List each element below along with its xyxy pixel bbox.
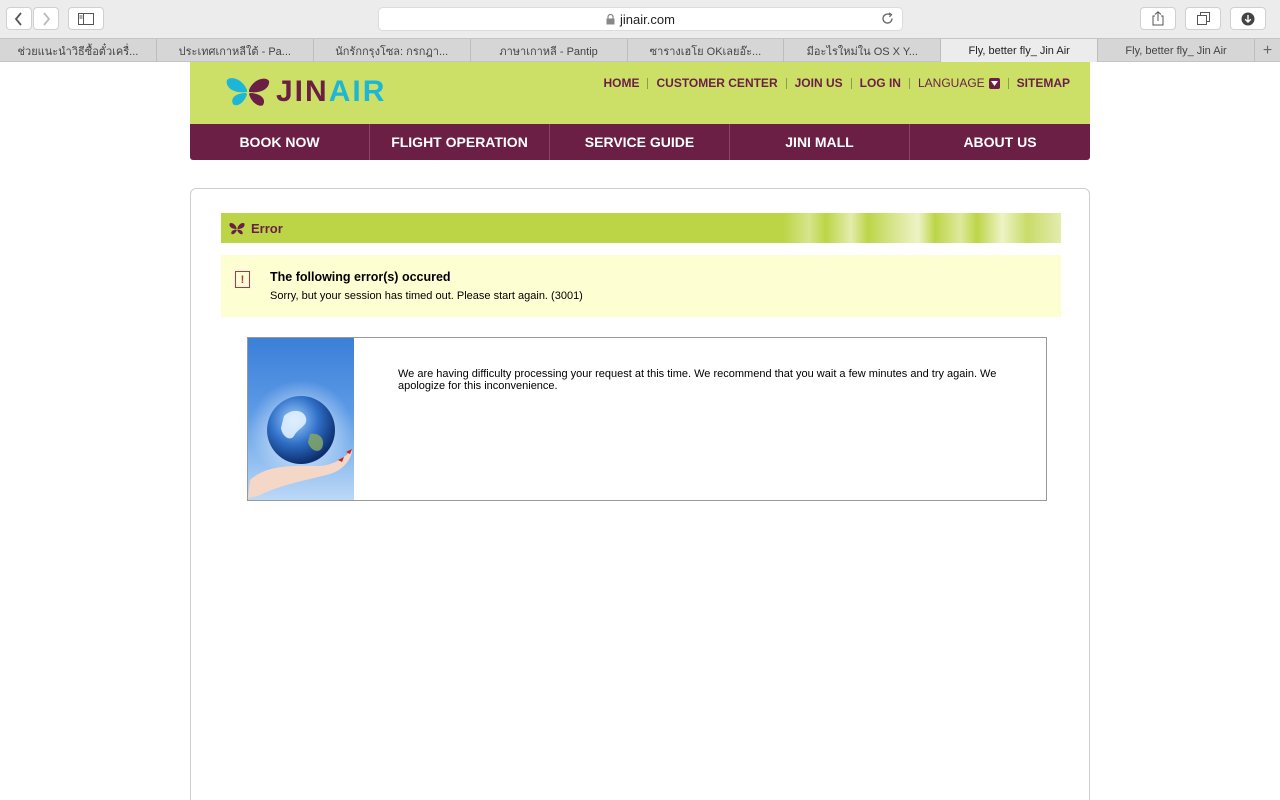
browser-tab[interactable]: ซารางเฮโย OKเลยอ๊ะ... — [628, 39, 785, 62]
logo-text: JINAIR — [276, 77, 386, 107]
butterfly-icon — [229, 222, 245, 234]
tab-label: Fly, better fly_ Jin Air — [968, 44, 1070, 57]
tab-label: ภาษาเกาหลี - Pantip — [499, 45, 598, 58]
sidebar-icon — [78, 12, 94, 25]
nav-divider — [1007, 77, 1009, 89]
jinair-logo[interactable]: JINAIR — [226, 76, 386, 108]
tab-label: มีอะไรใหม่ใน OS X Y... — [806, 45, 918, 58]
error-title-bar: Error — [221, 213, 1061, 243]
lock-icon — [606, 13, 615, 25]
nav-divider — [908, 77, 910, 89]
nav-service-guide[interactable]: SERVICE GUIDE — [550, 124, 730, 160]
nav-sitemap-link[interactable]: SITEMAP — [1017, 76, 1070, 90]
browser-tab[interactable]: มีอะไรใหม่ใน OS X Y... — [784, 39, 942, 62]
browser-tab[interactable]: Fly, better fly_ Jin Air — [1098, 39, 1255, 62]
logo-text-air: AIR — [328, 75, 387, 108]
nav-about-us[interactable]: ABOUT US — [910, 124, 1090, 160]
nav-book-now[interactable]: BOOK NOW — [190, 124, 370, 160]
tab-label: ซารางเฮโย OKเลยอ๊ะ... — [649, 45, 762, 58]
error-heading: The following error(s) occured — [270, 270, 451, 284]
notice-text: We are having difficulty processing your… — [398, 368, 997, 392]
language-dropdown[interactable]: LANGUAGE — [918, 76, 1000, 90]
language-label: LANGUAGE — [917, 76, 985, 90]
browser-toolbar: jinair.com — [0, 0, 1280, 38]
tab-label: ประเทศเกาหลีใต้ - Pa... — [178, 45, 291, 58]
tab-label: ช่วยแนะนำวิธีซื้อตั๋วเครื่... — [17, 45, 139, 58]
dropdown-arrow-icon — [988, 77, 1000, 89]
error-message-box: ! The following error(s) occured Sorry, … — [221, 255, 1061, 317]
nav-home-link[interactable]: HOME — [603, 76, 639, 90]
nav-divider — [785, 77, 787, 89]
tab-label: นักรักกรุงโซล: กรกฎา... — [335, 45, 449, 58]
reload-icon[interactable] — [881, 12, 894, 28]
forward-button[interactable] — [33, 7, 59, 30]
tabs-overview-button[interactable] — [1185, 7, 1221, 30]
logo-text-jin: JIN — [276, 75, 329, 108]
nav-customer-center-link[interactable]: CUSTOMER CENTER — [656, 76, 777, 90]
browser-tab-active[interactable]: Fly, better fly_ Jin Air — [941, 39, 1099, 62]
back-button[interactable] — [6, 7, 32, 30]
downloads-button[interactable] — [1230, 7, 1266, 30]
chevron-right-icon — [43, 11, 51, 26]
nav-divider — [647, 77, 649, 89]
sidebar-button[interactable] — [68, 7, 104, 30]
browser-tab[interactable]: ภาษาเกาหลี - Pantip — [471, 39, 628, 62]
nav-join-us-link[interactable]: JOIN US — [795, 76, 843, 90]
address-bar[interactable]: jinair.com — [378, 7, 903, 31]
tab-bar: ช่วยแนะนำวิธีซื้อตั๋วเครื่... ประเทศเกาห… — [0, 38, 1280, 62]
chevron-left-icon — [14, 11, 22, 26]
browser-tab[interactable]: ประเทศเกาหลีใต้ - Pa... — [157, 39, 314, 62]
globe-in-hand-image — [248, 338, 354, 500]
url-text: jinair.com — [620, 11, 675, 27]
nav-divider — [850, 77, 852, 89]
notice-box: We are having difficulty processing your… — [247, 337, 1047, 501]
content-panel: Error ! The following error(s) occured S… — [190, 188, 1090, 800]
download-icon — [1241, 12, 1255, 25]
exclamation-icon: ! — [235, 271, 250, 288]
tabs-icon — [1196, 12, 1210, 25]
browser-tab[interactable]: นักรักกรุงโซล: กรกฎา... — [314, 39, 471, 62]
error-title: Error — [251, 220, 283, 236]
nav-log-in-link[interactable]: LOG IN — [860, 76, 901, 90]
browser-tab[interactable]: ช่วยแนะนำวิธีซื้อตั๋วเครื่... — [0, 39, 157, 62]
nav-jini-mall[interactable]: JINI MALL — [730, 124, 910, 160]
share-icon — [1152, 11, 1164, 26]
butterfly-logo-icon — [226, 78, 270, 106]
tab-label: Fly, better fly_ Jin Air — [1125, 44, 1227, 57]
site-header: JINAIR HOME CUSTOMER CENTER JOIN US LOG … — [190, 62, 1090, 124]
utility-nav: HOME CUSTOMER CENTER JOIN US LOG IN LANG… — [603, 76, 1070, 90]
share-button[interactable] — [1140, 7, 1176, 30]
main-nav: BOOK NOW FLIGHT OPERATION SERVICE GUIDE … — [190, 124, 1090, 160]
nav-flight-operation[interactable]: FLIGHT OPERATION — [370, 124, 550, 160]
new-tab-button[interactable]: + — [1255, 39, 1280, 62]
error-message: Sorry, but your session has timed out. P… — [270, 290, 583, 302]
